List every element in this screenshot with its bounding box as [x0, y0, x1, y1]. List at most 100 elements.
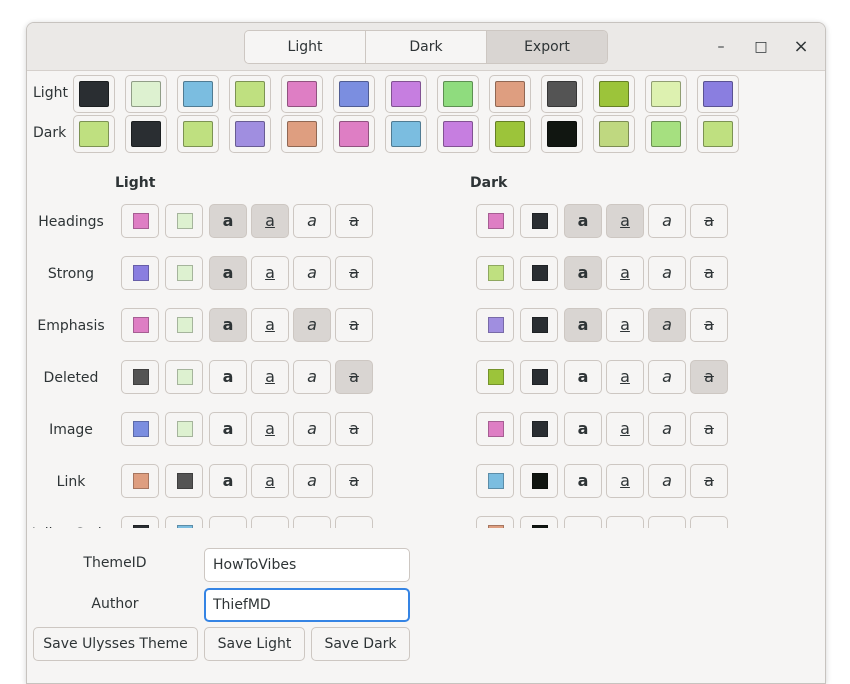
dark-italic-toggle[interactable]: a [648, 360, 686, 394]
light-italic-toggle[interactable]: a [293, 360, 331, 394]
dark-background-color-button[interactable] [520, 204, 558, 238]
dark-bold-toggle[interactable]: a [564, 516, 602, 528]
dark-foreground-color-button[interactable] [476, 256, 514, 290]
light-underline-toggle[interactable]: a [251, 464, 289, 498]
light-palette-color-button[interactable] [541, 75, 583, 113]
light-palette-color-button[interactable] [229, 75, 271, 113]
dark-strikethrough-toggle[interactable]: a [690, 360, 728, 394]
author-field[interactable] [204, 588, 410, 622]
maximize-icon[interactable]: □ [749, 35, 773, 59]
light-bold-toggle[interactable]: a [209, 308, 247, 342]
light-background-color-button[interactable] [165, 204, 203, 238]
dark-bold-toggle[interactable]: a [564, 412, 602, 446]
light-palette-color-button[interactable] [281, 75, 323, 113]
dark-italic-toggle[interactable]: a [648, 516, 686, 528]
light-foreground-color-button[interactable] [121, 464, 159, 498]
light-strikethrough-toggle[interactable]: a [335, 204, 373, 238]
light-italic-toggle[interactable]: a [293, 516, 331, 528]
style-editor-list[interactable]: Headings a a a a a a a a Strong a a a a a a a a Emphasis a a… [27, 198, 825, 528]
dark-palette-color-button[interactable] [177, 115, 219, 153]
light-background-color-button[interactable] [165, 412, 203, 446]
light-italic-toggle[interactable]: a [293, 412, 331, 446]
dark-palette-color-button[interactable] [437, 115, 479, 153]
light-italic-toggle[interactable]: a [293, 308, 331, 342]
light-foreground-color-button[interactable] [121, 204, 159, 238]
dark-strikethrough-toggle[interactable]: a [690, 204, 728, 238]
dark-underline-toggle[interactable]: a [606, 308, 644, 342]
dark-palette-color-button[interactable] [385, 115, 427, 153]
dark-foreground-color-button[interactable] [476, 360, 514, 394]
dark-strikethrough-toggle[interactable]: a [690, 412, 728, 446]
light-underline-toggle[interactable]: a [251, 308, 289, 342]
light-italic-toggle[interactable]: a [293, 204, 331, 238]
dark-italic-toggle[interactable]: a [648, 256, 686, 290]
light-palette-color-button[interactable] [593, 75, 635, 113]
light-palette-color-button[interactable] [697, 75, 739, 113]
theme-id-field[interactable] [204, 548, 410, 582]
dark-italic-toggle[interactable]: a [648, 464, 686, 498]
dark-background-color-button[interactable] [520, 256, 558, 290]
dark-underline-toggle[interactable]: a [606, 516, 644, 528]
light-background-color-button[interactable] [165, 360, 203, 394]
light-background-color-button[interactable] [165, 516, 203, 528]
tab-dark[interactable]: Dark [366, 31, 487, 63]
light-underline-toggle[interactable]: a [251, 256, 289, 290]
dark-italic-toggle[interactable]: a [648, 308, 686, 342]
dark-underline-toggle[interactable]: a [606, 256, 644, 290]
dark-bold-toggle[interactable]: a [564, 204, 602, 238]
dark-palette-color-button[interactable] [593, 115, 635, 153]
dark-strikethrough-toggle[interactable]: a [690, 256, 728, 290]
dark-italic-toggle[interactable]: a [648, 412, 686, 446]
light-foreground-color-button[interactable] [121, 516, 159, 528]
light-italic-toggle[interactable]: a [293, 464, 331, 498]
light-palette-color-button[interactable] [385, 75, 427, 113]
light-palette-color-button[interactable] [125, 75, 167, 113]
close-icon[interactable]: × [789, 35, 813, 59]
light-background-color-button[interactable] [165, 464, 203, 498]
light-bold-toggle[interactable]: a [209, 464, 247, 498]
light-strikethrough-toggle[interactable]: a [335, 464, 373, 498]
dark-foreground-color-button[interactable] [476, 464, 514, 498]
light-background-color-button[interactable] [165, 308, 203, 342]
dark-bold-toggle[interactable]: a [564, 308, 602, 342]
dark-palette-color-button[interactable] [645, 115, 687, 153]
light-italic-toggle[interactable]: a [293, 256, 331, 290]
dark-foreground-color-button[interactable] [476, 204, 514, 238]
dark-foreground-color-button[interactable] [476, 308, 514, 342]
dark-background-color-button[interactable] [520, 360, 558, 394]
light-bold-toggle[interactable]: a [209, 516, 247, 528]
dark-underline-toggle[interactable]: a [606, 464, 644, 498]
light-strikethrough-toggle[interactable]: a [335, 308, 373, 342]
dark-palette-color-button[interactable] [281, 115, 323, 153]
light-foreground-color-button[interactable] [121, 412, 159, 446]
light-strikethrough-toggle[interactable]: a [335, 256, 373, 290]
light-palette-color-button[interactable] [333, 75, 375, 113]
dark-palette-color-button[interactable] [229, 115, 271, 153]
save-ulysses-theme-button[interactable]: Save Ulysses Theme [33, 627, 198, 661]
light-strikethrough-toggle[interactable]: a [335, 516, 373, 528]
dark-palette-color-button[interactable] [73, 115, 115, 153]
light-palette-color-button[interactable] [73, 75, 115, 113]
dark-foreground-color-button[interactable] [476, 516, 514, 528]
dark-strikethrough-toggle[interactable]: a [690, 308, 728, 342]
dark-background-color-button[interactable] [520, 412, 558, 446]
light-underline-toggle[interactable]: a [251, 516, 289, 528]
dark-bold-toggle[interactable]: a [564, 464, 602, 498]
save-dark-button[interactable]: Save Dark [311, 627, 410, 661]
dark-background-color-button[interactable] [520, 516, 558, 528]
dark-bold-toggle[interactable]: a [564, 360, 602, 394]
light-underline-toggle[interactable]: a [251, 360, 289, 394]
light-bold-toggle[interactable]: a [209, 204, 247, 238]
light-strikethrough-toggle[interactable]: a [335, 412, 373, 446]
dark-strikethrough-toggle[interactable]: a [690, 516, 728, 528]
light-palette-color-button[interactable] [177, 75, 219, 113]
save-light-button[interactable]: Save Light [204, 627, 305, 661]
light-underline-toggle[interactable]: a [251, 204, 289, 238]
dark-palette-color-button[interactable] [333, 115, 375, 153]
light-bold-toggle[interactable]: a [209, 360, 247, 394]
light-foreground-color-button[interactable] [121, 360, 159, 394]
light-foreground-color-button[interactable] [121, 256, 159, 290]
light-bold-toggle[interactable]: a [209, 256, 247, 290]
light-strikethrough-toggle[interactable]: a [335, 360, 373, 394]
tab-export[interactable]: Export [487, 31, 607, 63]
